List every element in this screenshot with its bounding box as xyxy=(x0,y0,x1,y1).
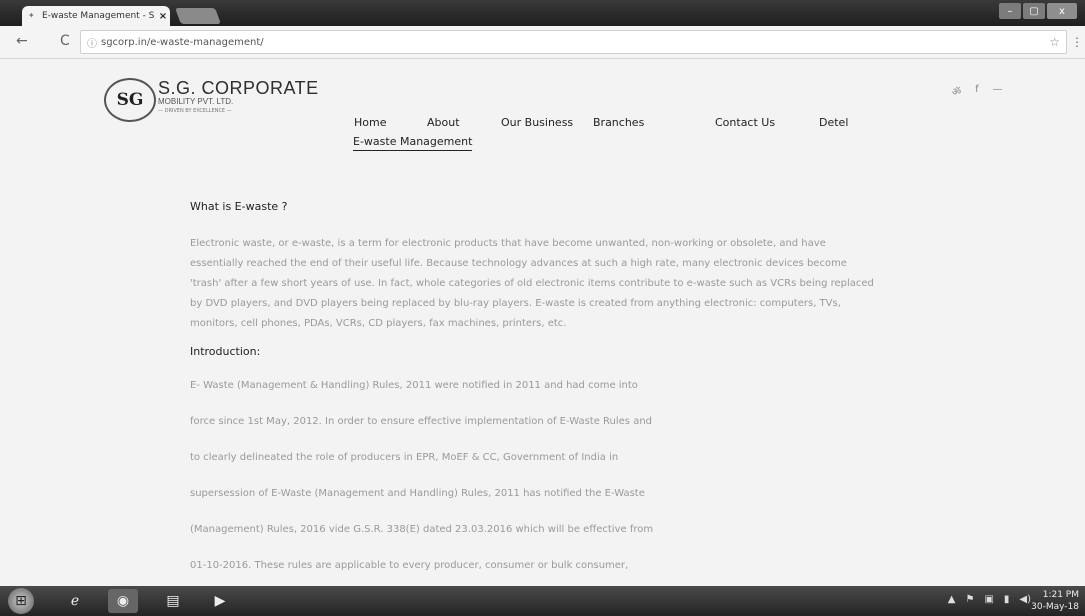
clock-time: 1:21 PM xyxy=(1042,590,1079,600)
intro-line: 01-10-2016. These rules are applicable t… xyxy=(190,560,629,571)
tab-close-icon[interactable]: × xyxy=(156,11,170,22)
section-heading-what-is-ewaste: What is E-waste ? xyxy=(190,200,288,213)
ewaste-paragraph: Electronic waste, or e-waste, is a term … xyxy=(190,238,874,329)
taskbar-explorer-icon[interactable]: ▤ xyxy=(158,589,188,613)
intro-line: supersession of E-Waste (Management and … xyxy=(190,488,645,499)
minimize-button[interactable]: – xyxy=(999,3,1021,19)
browser-menu-icon[interactable]: ⋮ xyxy=(1071,35,1083,49)
tray-battery-icon[interactable]: ▣ xyxy=(984,594,993,605)
start-button[interactable]: ⊞ xyxy=(8,588,34,614)
company-subtitle: MOBILITY PVT. LTD. xyxy=(158,97,234,106)
url-text: sgcorp.in/e-waste-management/ xyxy=(101,36,264,48)
new-tab-button[interactable] xyxy=(175,8,221,24)
company-name: S.G. CORPORATE xyxy=(158,78,319,98)
section-heading-introduction: Introduction: xyxy=(190,345,261,358)
company-tagline: — DRIVEN BY EXCELLENCE — xyxy=(158,108,232,114)
clock-date: 30-May-18 xyxy=(1031,602,1079,612)
site-info-icon[interactable]: ⓘ xyxy=(87,35,97,50)
maximize-button[interactable]: ▢ xyxy=(1023,3,1045,19)
twitter-icon[interactable]: — xyxy=(993,84,1003,98)
intro-line: (Management) Rules, 2016 vide G.S.R. 338… xyxy=(190,524,654,535)
nav-about[interactable]: About xyxy=(427,116,501,129)
browser-titlebar: ✦ E-waste Management - S × – ▢ x xyxy=(0,0,1085,26)
intro-line: to clearly delineated the role of produc… xyxy=(190,452,619,463)
main-nav: Home About Our Business Branches Contact… xyxy=(354,116,848,129)
main-content: What is E-waste ? Electronic waste, or e… xyxy=(190,200,890,334)
reload-icon[interactable]: C xyxy=(60,33,70,49)
intro-line: E- Waste (Management & Handling) Rules, … xyxy=(190,380,638,391)
social-links: ॐ f — xyxy=(952,84,1003,98)
tray-flag-icon[interactable]: ⚑ xyxy=(965,594,974,605)
system-clock[interactable]: 1:21 PM 30-May-18 xyxy=(1031,589,1079,613)
back-icon[interactable]: ← xyxy=(16,33,28,49)
taskbar-ie-icon[interactable]: ℯ xyxy=(60,589,90,613)
taskbar-media-icon[interactable]: ▶ xyxy=(205,589,235,613)
url-input[interactable]: ⓘ sgcorp.in/e-waste-management/ ☆ xyxy=(80,30,1067,54)
favicon-icon: ✦ xyxy=(28,11,35,20)
nav-e-waste-management[interactable]: E-waste Management xyxy=(353,135,473,151)
browser-tab[interactable]: ✦ E-waste Management - S × xyxy=(22,6,170,26)
nav-detel[interactable]: Detel xyxy=(819,116,848,129)
tab-title: E-waste Management - S xyxy=(42,11,155,21)
tray-expand-icon[interactable]: ▲ xyxy=(948,594,956,605)
windows-taskbar: ⊞ ℯ ◉ ▤ ▶ ▲ ⚑ ▣ ▮ ◀) 1:21 PM 30-May-18 xyxy=(0,586,1085,616)
rss-icon[interactable]: ॐ xyxy=(952,84,961,98)
facebook-icon[interactable]: f xyxy=(975,84,979,98)
nav-home[interactable]: Home xyxy=(354,116,427,129)
address-bar: ← C ⓘ sgcorp.in/e-waste-management/ ☆ ⋮ xyxy=(0,26,1085,59)
nav-contact-us[interactable]: Contact Us xyxy=(715,116,819,129)
intro-line: force since 1st May, 2012. In order to e… xyxy=(190,416,653,427)
tray-volume-icon[interactable]: ◀) xyxy=(1019,594,1031,605)
nav-our-business[interactable]: Our Business xyxy=(501,116,593,129)
window-controls: – ▢ x xyxy=(999,3,1077,21)
tray-signal-icon[interactable]: ▮ xyxy=(1004,594,1010,605)
taskbar-chrome-icon[interactable]: ◉ xyxy=(108,589,138,613)
close-window-button[interactable]: x xyxy=(1047,3,1077,19)
company-logo[interactable]: SG xyxy=(104,78,156,122)
windows-logo-icon: ⊞ xyxy=(15,593,27,609)
system-tray: ▲ ⚑ ▣ ▮ ◀) xyxy=(948,594,1031,605)
bookmark-star-icon[interactable]: ☆ xyxy=(1049,35,1060,49)
nav-branches[interactable]: Branches xyxy=(593,116,715,129)
